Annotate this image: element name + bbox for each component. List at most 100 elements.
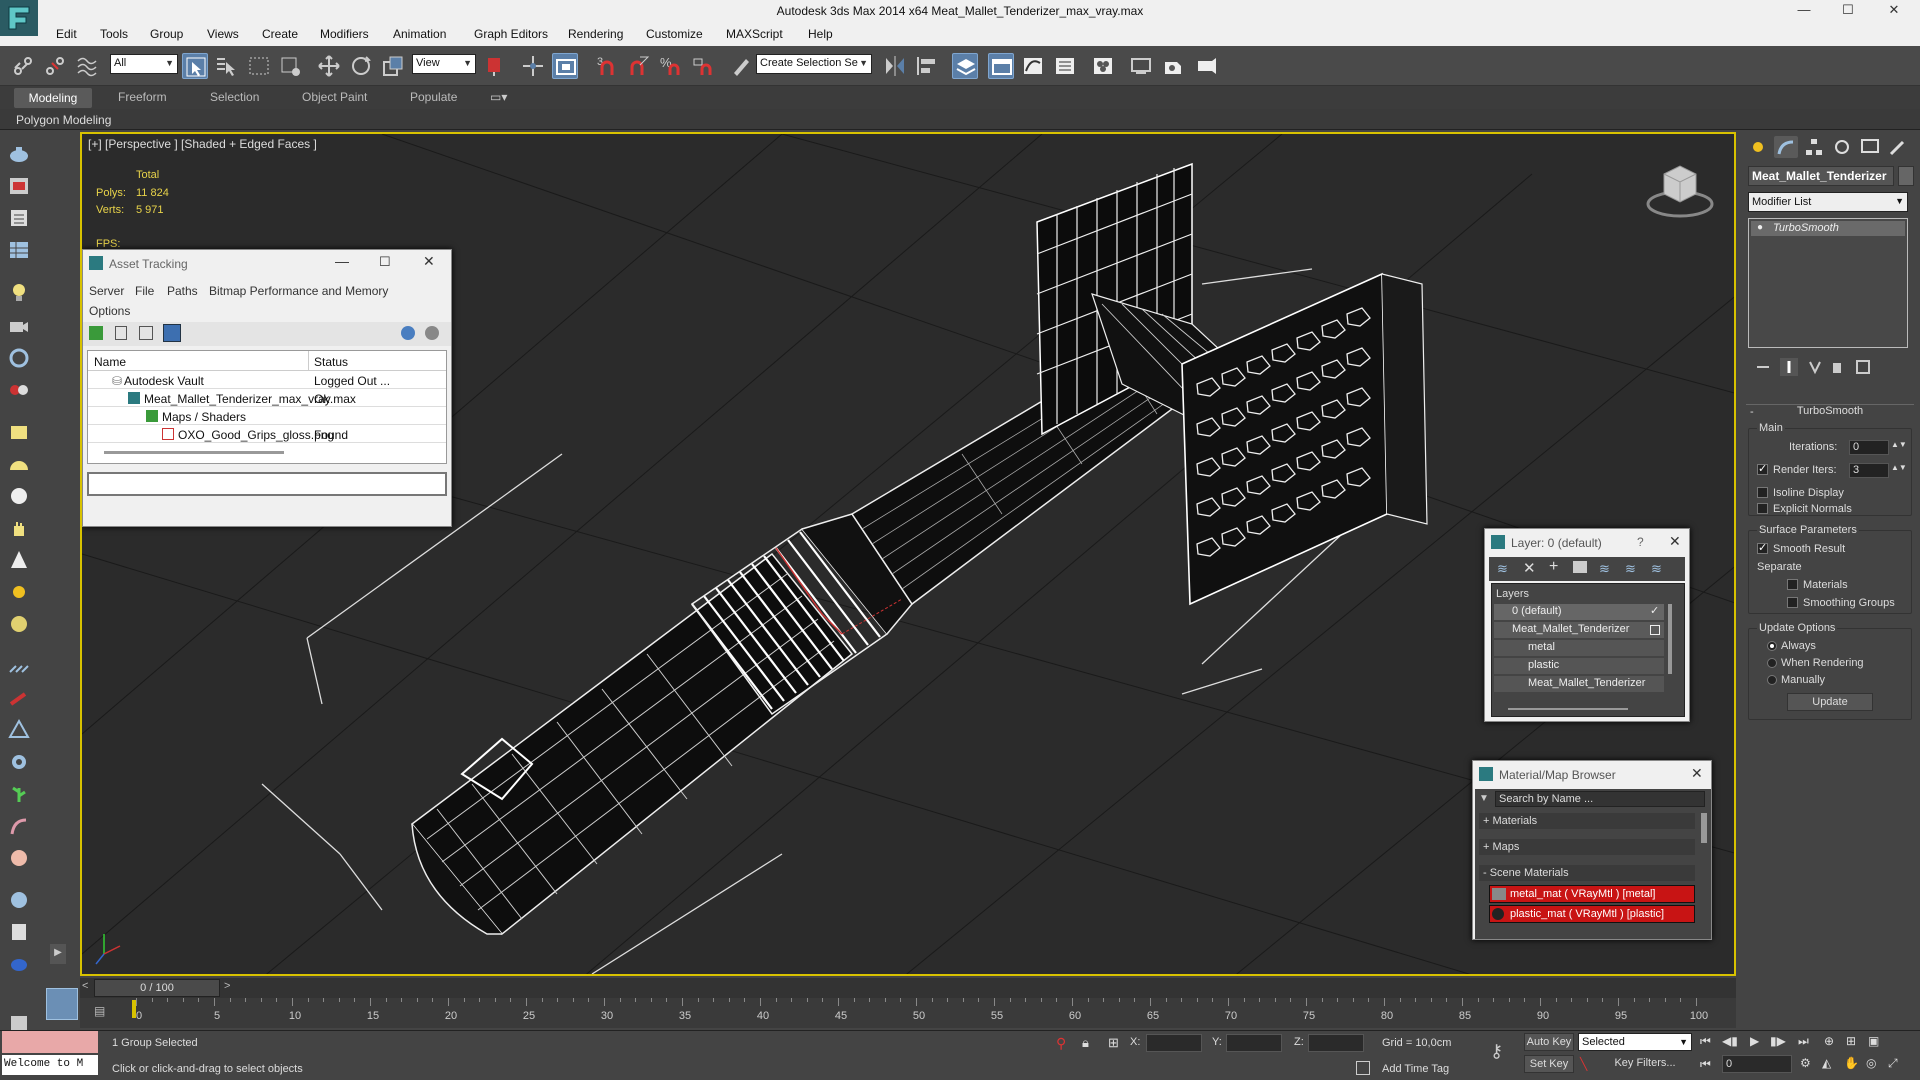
next-frame-button-icon[interactable]: ▮▶ — [1770, 1034, 1786, 1048]
helper-icon[interactable] — [6, 346, 32, 370]
render-setup-icon[interactable] — [1128, 53, 1154, 79]
menu-customize[interactable]: Customize — [646, 27, 703, 41]
current-layer-checkbox[interactable] — [1650, 625, 1660, 635]
manually-radio[interactable] — [1767, 675, 1777, 685]
close-icon[interactable]: ✕ — [423, 253, 435, 270]
list-item[interactable]: metal_mat ( VRayMtl ) [metal] — [1489, 885, 1695, 903]
cloth-icon[interactable] — [6, 846, 32, 870]
spinner-arrows-icon[interactable]: ▲▼ — [1891, 463, 1907, 472]
time-tag-icon[interactable] — [1356, 1061, 1370, 1075]
reference-coordinate-dropdown[interactable]: View ▼ — [412, 54, 476, 74]
keyboard-shortcut-override-icon[interactable] — [552, 53, 578, 79]
make-unique-icon[interactable] — [1806, 358, 1824, 376]
maximize-viewport-icon[interactable]: ▣ — [1868, 1034, 1879, 1048]
lock-selection-icon[interactable]: 🔒︎ — [1082, 1035, 1089, 1051]
maxscript-input[interactable]: Welcome to M — [2, 1055, 98, 1075]
play-arrow-icon[interactable]: ▶ — [50, 944, 66, 964]
bones-icon[interactable] — [6, 686, 32, 710]
hair-icon[interactable] — [6, 814, 32, 838]
when-rendering-radio[interactable] — [1767, 658, 1777, 668]
prev-frame-icon[interactable]: < — [82, 980, 88, 992]
light-bulb-icon[interactable] — [6, 280, 32, 304]
show-end-result-icon[interactable] — [1780, 358, 1798, 376]
highlight-icon[interactable]: ≋ — [1599, 561, 1610, 577]
align-icon[interactable] — [914, 53, 940, 79]
spacewarp-icon[interactable] — [6, 378, 32, 402]
menu-maxscript[interactable]: MAXScript — [726, 27, 783, 41]
vertical-scrollbar[interactable] — [1668, 604, 1672, 674]
turbosmooth-rollout-header[interactable]: - TurboSmooth — [1746, 404, 1914, 420]
minimize-button[interactable]: — — [1786, 2, 1822, 20]
menu-create[interactable]: Create — [262, 27, 298, 41]
sun-icon[interactable] — [6, 580, 32, 604]
add-time-tag[interactable]: Add Time Tag — [1382, 1063, 1449, 1075]
globe-icon[interactable] — [6, 888, 32, 912]
mesh-icon[interactable] — [6, 718, 32, 742]
key-filters-button[interactable]: Key Filters... — [1600, 1055, 1690, 1073]
pan-view-icon[interactable]: ✋ — [1844, 1056, 1859, 1070]
spinner-snap-icon[interactable] — [690, 53, 716, 79]
layers-icon[interactable]: ≋ — [1497, 561, 1508, 577]
add-icon[interactable]: + — [1549, 558, 1558, 576]
scene-materials-section[interactable]: - Scene Materials — [1479, 865, 1695, 881]
separate-smoothing-groups-checkbox[interactable] — [1787, 597, 1798, 608]
close-icon[interactable]: ✕ — [1691, 765, 1703, 782]
modifier-list-dropdown[interactable]: Modifier List ▼ — [1748, 192, 1908, 212]
horizontal-scrollbar[interactable] — [1508, 708, 1628, 710]
box-primitive-icon[interactable] — [6, 420, 32, 444]
maxscript-listener-pink[interactable] — [2, 1031, 98, 1053]
render-production-icon[interactable] — [1194, 53, 1220, 79]
render-teapot-icon[interactable] — [6, 952, 32, 976]
render-icon[interactable] — [6, 174, 32, 198]
use-pivot-center-icon[interactable] — [482, 53, 508, 79]
select-by-name-icon[interactable] — [212, 53, 238, 79]
menu-modifiers[interactable]: Modifiers — [320, 27, 369, 41]
document-icon[interactable] — [6, 920, 32, 944]
key-icon[interactable]: ⚷ — [1490, 1041, 1503, 1062]
camera-icon[interactable] — [6, 314, 32, 338]
go-to-start-icon[interactable]: ⏮ — [1700, 1034, 1711, 1049]
menu-views[interactable]: Views — [207, 27, 239, 41]
sphere-icon[interactable] — [6, 484, 32, 508]
foliage-icon[interactable] — [6, 782, 32, 806]
layer-explorer-icon[interactable] — [952, 53, 978, 79]
iterations-spinner[interactable]: 0 — [1849, 440, 1889, 455]
select-objects-icon[interactable] — [1573, 561, 1587, 573]
next-frame-icon[interactable]: > — [224, 980, 230, 992]
configure-modifier-sets-icon[interactable] — [1854, 358, 1872, 376]
settings-icon[interactable] — [425, 326, 439, 340]
maximize-button[interactable]: ☐ — [1830, 2, 1866, 20]
toggle-ribbon-icon[interactable] — [988, 53, 1014, 79]
set-key-filter-icon[interactable]: ╲ — [1580, 1057, 1587, 1071]
menu-file[interactable]: File — [135, 284, 154, 298]
table-row[interactable]: OXO_Good_Grips_gloss.png Found — [88, 425, 446, 443]
tab-modeling[interactable]: Modeling — [14, 88, 92, 108]
list-item[interactable]: metal — [1494, 640, 1664, 656]
smooth-result-checkbox[interactable] — [1757, 541, 1768, 554]
render-iters-checkbox[interactable] — [1757, 462, 1768, 475]
close-icon[interactable]: ✕ — [1669, 533, 1681, 550]
close-button[interactable]: ✕ — [1876, 2, 1912, 20]
explicit-normals-checkbox[interactable] — [1757, 503, 1768, 514]
absolute-mode-icon[interactable]: ⊞ — [1108, 1035, 1119, 1051]
mini-listener-icon[interactable] — [46, 988, 78, 1020]
render-iters-spinner[interactable]: 3 — [1849, 463, 1889, 478]
help-icon[interactable] — [401, 326, 415, 340]
menu-server[interactable]: Server — [89, 284, 124, 298]
hierarchy-tab-icon[interactable] — [1802, 136, 1826, 158]
horizontal-scrollbar[interactable] — [104, 451, 284, 454]
bind-to-space-warp-icon[interactable] — [74, 53, 100, 79]
time-config-icon[interactable]: ⚙ — [1800, 1056, 1811, 1070]
selection-filter-dropdown[interactable]: All ▼ — [110, 54, 178, 74]
key-mode-icon[interactable]: ⏮ — [1700, 1057, 1711, 1072]
shaded-sphere-icon[interactable] — [6, 612, 32, 636]
asset-path-field[interactable] — [87, 472, 447, 496]
zoom-all-icon[interactable]: ⊞ — [1846, 1034, 1856, 1048]
app-logo-button[interactable] — [0, 0, 38, 36]
freeze-all-icon[interactable]: ≋ — [1651, 561, 1662, 577]
table-row[interactable]: Maps / Shaders — [88, 407, 446, 425]
play-icon[interactable]: ▶ — [1750, 1034, 1759, 1048]
object-name-field[interactable]: Meat_Mallet_Tenderizer — [1748, 166, 1894, 186]
material-browser-titlebar[interactable]: Material/Map Browser ✕ — [1473, 761, 1711, 789]
help-button[interactable]: ? — [1637, 535, 1644, 549]
